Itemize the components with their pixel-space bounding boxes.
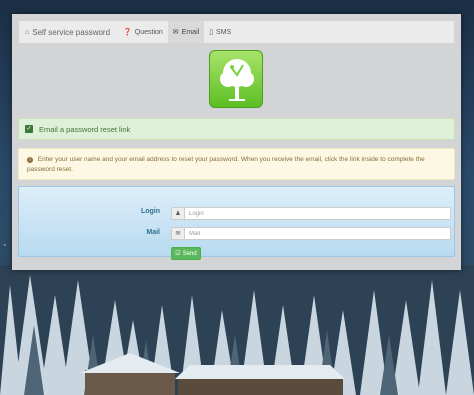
- check-square-icon: ✓: [25, 125, 33, 133]
- login-input[interactable]: [185, 207, 451, 220]
- info-alert: i Enter your user name and your email ad…: [18, 148, 455, 180]
- tab-question[interactable]: ❓ Question: [118, 21, 168, 43]
- user-icon: ♟: [171, 207, 185, 220]
- page-title-alert: ✓ Email a password reset link: [18, 118, 455, 140]
- login-label: Login: [140, 208, 160, 215]
- envelope-icon: ✉: [172, 28, 179, 36]
- app-logo: [209, 50, 263, 108]
- login-input-group: ♟: [171, 207, 451, 220]
- info-circle-icon: i: [27, 157, 33, 163]
- mail-label: Mail: [146, 229, 160, 236]
- main-panel: ⌂ Self service password ❓ Question ✉ Ema…: [12, 14, 461, 270]
- home-icon: ⌂: [25, 28, 30, 36]
- tab-question-label: Question: [134, 28, 163, 36]
- page-title: Email a password reset link: [39, 124, 131, 134]
- tree-logo-icon: [220, 59, 254, 101]
- mail-input[interactable]: [185, 227, 451, 240]
- send-button[interactable]: ☑ Send: [171, 247, 201, 260]
- info-text: Enter your user name and your email addr…: [27, 156, 425, 173]
- reset-form: Login ♟ Mail ✉ ☑ Send: [18, 186, 455, 260]
- tab-email[interactable]: ✉ Email: [167, 21, 205, 43]
- check-square-icon: ☑: [175, 250, 181, 257]
- tab-email-label: Email: [181, 28, 200, 36]
- mobile-icon: ▯: [209, 28, 214, 36]
- mail-input-group: ✉: [171, 227, 451, 240]
- brand-link[interactable]: ⌂ Self service password: [19, 21, 118, 43]
- question-circle-icon: ❓: [123, 28, 132, 36]
- brand-label: Self service password: [32, 27, 111, 37]
- snowy-forest-background: [0, 265, 474, 395]
- envelope-icon: ✉: [171, 227, 185, 240]
- send-button-label: Send: [182, 250, 197, 257]
- navbar: ⌂ Self service password ❓ Question ✉ Ema…: [18, 20, 455, 44]
- tab-sms-label: SMS: [216, 28, 232, 36]
- tab-sms[interactable]: ▯ SMS: [204, 21, 236, 43]
